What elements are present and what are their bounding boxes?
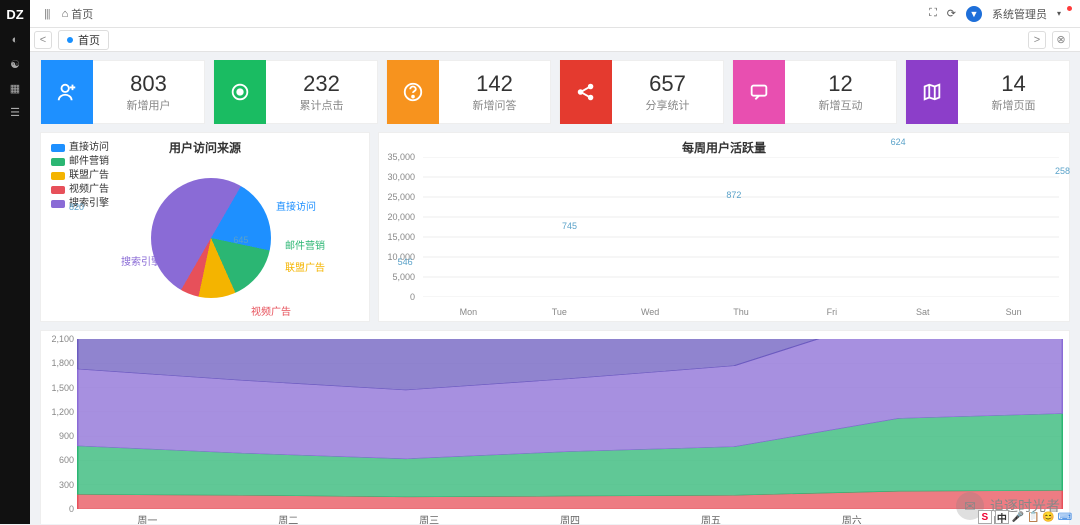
stat-card[interactable]: 803新增用户	[40, 60, 205, 124]
stat-card[interactable]: 232累计点击	[213, 60, 378, 124]
stat-label: 新增互动	[785, 97, 896, 113]
panel-area: 2,1001,8001,5001,2009006003000 820645546…	[40, 330, 1070, 524]
tab-bar: < 首页 > ⊗	[30, 28, 1080, 52]
user-name[interactable]: 系统管理员	[992, 6, 1047, 22]
nav-icon-dashboard[interactable]: ☯	[0, 52, 30, 76]
bar-chart	[423, 157, 1059, 297]
pie-legend: 直接访问邮件营销联盟广告视频广告搜索引擎	[51, 141, 109, 211]
legend-item[interactable]: 直接访问	[51, 141, 109, 155]
data-label: 645	[233, 235, 248, 245]
stat-label: 新增页面	[958, 97, 1069, 113]
fullscreen-icon[interactable]: ⛶	[929, 7, 937, 20]
legend-item[interactable]: 邮件营销	[51, 155, 109, 169]
area-chart: 820645546745872624258	[77, 339, 1063, 509]
pie-slice-label: 搜索引擎	[121, 253, 161, 268]
brand-logo: DZ	[6, 0, 23, 28]
data-label: 820	[69, 202, 84, 212]
question-icon	[387, 60, 439, 124]
stat-card[interactable]: 142新增问答	[386, 60, 551, 124]
legend-item[interactable]: 联盟广告	[51, 169, 109, 183]
stat-label: 新增用户	[93, 97, 204, 113]
nav-icon-list[interactable]: ☰	[0, 100, 30, 124]
stat-value: 14	[958, 71, 1069, 97]
ime-lang[interactable]: 中	[995, 510, 1009, 524]
sidebar: DZ ◐ ☯ ▦ ☰	[0, 0, 30, 524]
ime-bar: S 中 🎤 📋 😊 ⌨	[978, 510, 1072, 524]
tab-label: 首页	[78, 32, 100, 48]
chevron-down-icon[interactable]: ▾	[1057, 9, 1061, 18]
stat-card[interactable]: 657分享统计	[559, 60, 724, 124]
home-icon: ⌂	[62, 8, 69, 20]
panel-pie: 直接访问邮件营销联盟广告视频广告搜索引擎 用户访问来源 直接访问 邮件营销 联盟…	[40, 132, 370, 322]
tab-home[interactable]: 首页	[58, 30, 109, 50]
area-x-axis: 周一周二周三周四周五周六周日	[77, 512, 1063, 524]
pie-slice-label: 邮件营销	[285, 237, 325, 252]
avatar[interactable]: ▼	[966, 6, 982, 22]
stat-label: 新增问答	[439, 97, 550, 113]
tab-active-dot	[67, 37, 73, 43]
map-icon	[906, 60, 958, 124]
bar-title: 每周用户活跃量	[379, 133, 1069, 156]
pie-slice-label: 直接访问	[276, 198, 316, 213]
stat-cards-row: 803新增用户232累计点击142新增问答657分享统计12新增互动14新增页面	[40, 60, 1070, 124]
stat-label: 累计点击	[266, 97, 377, 113]
stat-card[interactable]: 14新增页面	[905, 60, 1070, 124]
area-y-axis: 2,1001,8001,5001,2009006003000	[41, 339, 77, 509]
data-label: 624	[891, 137, 906, 147]
stat-label: 分享统计	[612, 97, 723, 113]
add-user-icon	[41, 60, 93, 124]
stat-card[interactable]: 12新增互动	[732, 60, 897, 124]
stat-value: 657	[612, 71, 723, 97]
pie-slice-label: 视频广告	[251, 303, 291, 318]
notification-dot	[1067, 6, 1072, 11]
data-label: 546	[398, 257, 413, 267]
pie-slice-label: 联盟广告	[285, 259, 325, 274]
target-icon	[214, 60, 266, 124]
ime-logo-icon: S	[978, 510, 992, 524]
share-icon	[560, 60, 612, 124]
tab-prev-button[interactable]: <	[34, 31, 52, 49]
nav-icon-globe[interactable]: ◐	[0, 28, 30, 52]
pie-chart	[151, 178, 271, 298]
content: 803新增用户232累计点击142新增问答657分享统计12新增互动14新增页面…	[30, 52, 1080, 524]
legend-item[interactable]: 视频广告	[51, 183, 109, 197]
tab-next-button[interactable]: >	[1028, 31, 1046, 49]
stat-value: 232	[266, 71, 377, 97]
nav-icon-grid[interactable]: ▦	[0, 76, 30, 100]
panel-bar: 每周用户活跃量 35,00030,00025,00020,00015,00010…	[378, 132, 1070, 322]
data-label: 872	[726, 190, 741, 200]
breadcrumb-home[interactable]: ⌂ 首页	[56, 6, 94, 22]
menu-toggle-icon[interactable]: |||	[38, 8, 56, 20]
breadcrumb-label: 首页	[71, 6, 93, 22]
stat-value: 142	[439, 71, 550, 97]
bar-y-axis: 35,00030,00025,00020,00015,00010,0005,00…	[379, 157, 419, 297]
stat-value: 803	[93, 71, 204, 97]
data-label: 258	[1055, 166, 1070, 176]
stat-value: 12	[785, 71, 896, 97]
tab-close-all-button[interactable]: ⊗	[1052, 31, 1070, 49]
data-label: 745	[562, 221, 577, 231]
bar-x-axis: MonTueWedThuFriSatSun	[423, 307, 1059, 317]
refresh-icon[interactable]: ⟳	[947, 7, 956, 20]
topbar: ||| ⌂ 首页 ⛶ ⟳ ▼ 系统管理员 ▾	[30, 0, 1080, 28]
chat-icon	[733, 60, 785, 124]
